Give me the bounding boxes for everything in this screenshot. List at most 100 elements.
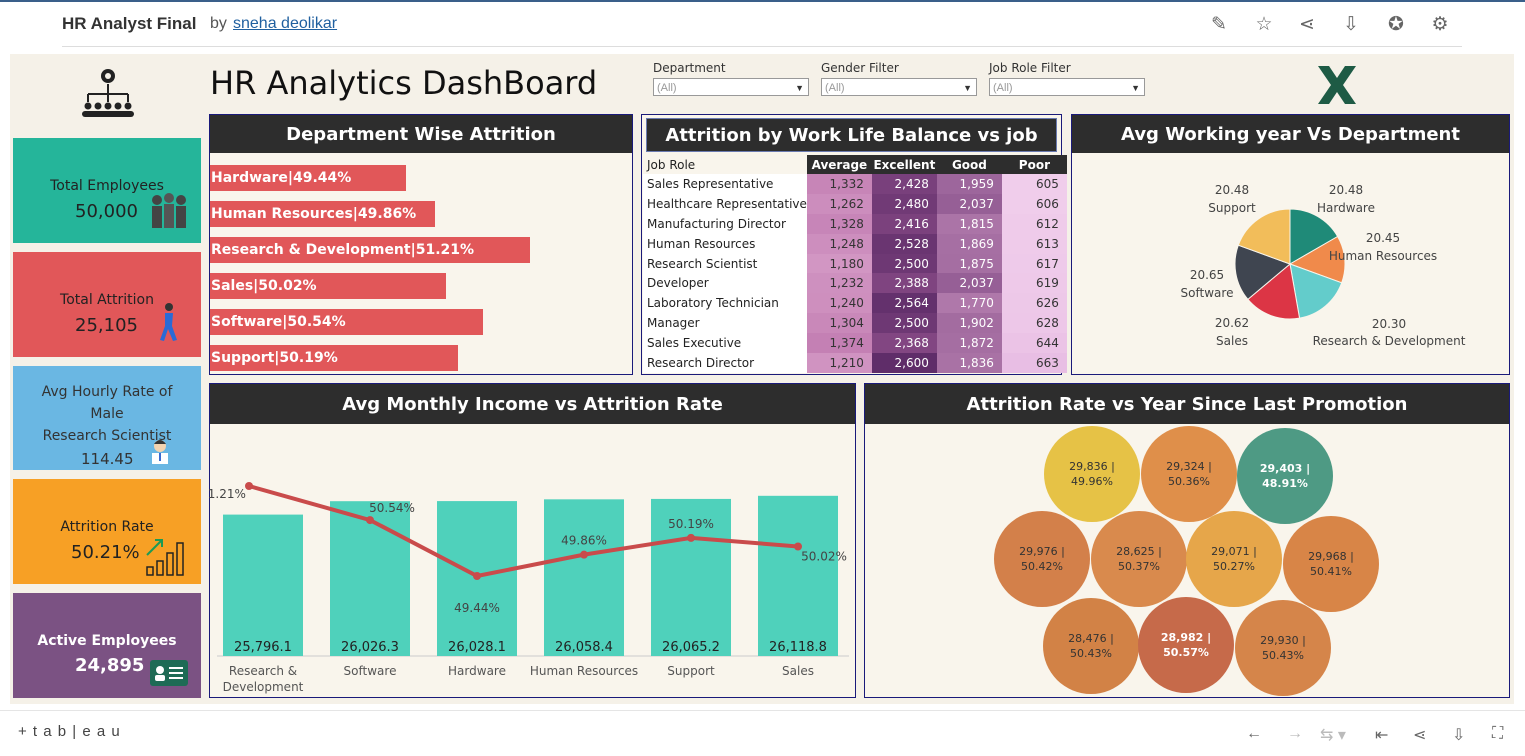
heatmap-cell-exc: 2,416 [871,213,937,234]
kpi-total-attrition: Total Attrition 25,105 [13,252,201,357]
undo-icon[interactable]: ← [1246,725,1262,743]
income-bar[interactable] [330,501,410,656]
bubble-count: 28,625 | [1116,545,1162,558]
promotion-bubble[interactable]: 29,836 | 49.96% [1044,426,1140,522]
promotion-bubble[interactable]: 29,403 | 48.91% [1237,428,1333,524]
attrition-rate-point[interactable] [687,533,695,542]
filter-department-dropdown[interactable]: (All) ▼ [653,78,809,96]
kpi-avg-hourly-label-1: Avg Hourly Rate of [41,384,173,400]
heatmap-cell-exc: 2,500 [871,313,937,334]
growth-chart-icon [146,539,184,576]
bubble-count: 29,976 | [1019,545,1065,558]
filter-jobrole-dropdown[interactable]: (All) ▼ [989,78,1145,96]
filter-jobrole-label: Job Role Filter [989,61,1071,75]
dept-bar[interactable]: Research & Development|51.21% [210,237,530,263]
edit-icon[interactable]: ✎ [1208,14,1230,36]
heatmap-cell-avg: 1,210 [806,353,872,373]
chevron-down-icon: ▼ [795,83,804,93]
promotion-bubble[interactable]: 29,968 | 50.41% [1283,516,1379,612]
filter-gender-label: Gender Filter [821,61,899,75]
heatmap-role: Human Resources [643,233,807,254]
kpi-avg-hourly-label-2: Male [90,406,124,422]
dept-bar[interactable]: Support|50.19% [210,345,459,371]
kpi-total-employees-value: 50,000 [75,201,138,222]
heatmap-cell-avg: 1,328 [806,213,872,234]
redo-icon[interactable]: → [1287,725,1303,743]
attrition-rate-point[interactable] [366,516,374,525]
bubble-rate: 48.91% [1262,477,1308,490]
income-bar-label: 25,796.1 [234,640,292,655]
heatmap-cell-exc: 2,368 [871,333,937,354]
dept-bar[interactable]: Human Resources|49.86% [210,201,436,227]
pie-value-label: 20.30 [1372,317,1406,331]
promotion-bubble[interactable]: 29,976 | 50.42% [994,511,1090,607]
pie-value-label: 20.62 [1215,316,1249,330]
heatmap-cell-poor: 626 [1001,293,1067,314]
income-bar[interactable] [544,499,624,656]
filter-department-value: (All) [657,82,677,94]
bubble-rate: 50.41% [1310,565,1352,578]
heatmap-cell-exc: 2,564 [871,293,937,314]
promotion-bubble[interactable]: 28,625 | 50.37% [1091,511,1187,607]
heatmap-role: Manufacturing Director [643,213,807,234]
badge-icon[interactable]: ✪ [1385,14,1407,36]
heatmap-role: Sales Executive [643,333,807,354]
pie-name-label: Research & Development [1313,334,1466,348]
heatmap-role: Research Director [643,353,807,373]
author-link[interactable]: sneha deolikar [233,15,337,33]
income-bar[interactable] [223,514,303,656]
tableau-footer: + t a b | e a u ← → ⇆ ▾ ⇤ ⋖ ⇩ ⛶ [0,710,1525,756]
download-footer-icon[interactable]: ⇩ [1452,725,1465,745]
panel-promotion-title: Attrition Rate vs Year Since Last Promot… [865,384,1509,424]
heatmap-cell-good: 1,902 [936,313,1002,334]
pie-value-label: 20.48 [1215,183,1249,197]
dept-bar[interactable]: Sales|50.02% [210,273,447,299]
fullscreen-icon[interactable]: ⛶ [1492,725,1503,743]
promotion-bubble[interactable]: 28,982 | 50.57% [1138,597,1234,693]
heatmap-cell-avg: 1,262 [806,193,872,214]
bubble-count: 28,476 | [1068,632,1114,645]
dept-bar[interactable]: Software|50.54% [210,309,483,335]
heatmap-cell-poor: 663 [1001,353,1067,373]
pie-name-label: Human Resources [1329,249,1437,263]
col-header-jobrole: Job Role [643,155,807,174]
download-icon[interactable]: ⇩ [1340,14,1362,36]
gear-icon[interactable]: ⚙ [1429,14,1451,36]
star-icon[interactable]: ☆ [1253,14,1275,36]
chevron-down-icon: ▼ [963,83,972,93]
heatmap-cell-exc: 2,528 [871,233,937,254]
col-header-average: Average [806,155,872,174]
income-bar[interactable] [758,495,838,656]
attrition-rate-point[interactable] [473,572,481,580]
attrition-rate-label: 50.19% [668,517,714,531]
panel-worklife-title: Attrition by Work Life Balance vs job ro… [646,118,1057,180]
bubble-count: 29,930 | [1260,634,1306,647]
dept-bar[interactable]: Hardware|49.44% [210,165,406,191]
bubble-count: 29,324 | [1166,460,1212,473]
heatmap-cell-exc: 2,428 [871,174,937,194]
share-icon[interactable]: ⋖ [1296,14,1318,36]
revert-icon[interactable]: ⇆ ▾ [1320,725,1346,745]
promotion-bubble[interactable]: 29,324 | 50.36% [1141,426,1237,522]
promotion-bubble[interactable]: 28,476 | 50.43% [1043,598,1139,694]
promotion-bubble[interactable]: 29,930 | 50.43% [1235,600,1331,696]
kpi-active-employees-value: 24,895 [75,655,145,676]
heatmap-cell-exc: 2,388 [871,273,937,294]
share-footer-icon[interactable]: ⋖ [1413,725,1426,745]
filter-gender-dropdown[interactable]: (All) ▼ [821,78,977,96]
by-label: by [210,15,227,32]
heatmap-row: Research Scientist 1,180 2,500 1,875 617 [643,253,1067,274]
reset-icon[interactable]: ⇤ [1375,725,1388,745]
x-tick-label: Research & Development [222,664,304,694]
promotion-bubble[interactable]: 29,071 | 50.27% [1186,511,1282,607]
heatmap-role: Laboratory Technician [643,293,807,314]
pie-name-label: Hardware [1317,201,1375,215]
attrition-rate-point[interactable] [580,550,588,559]
kpi-attrition-rate-value: 50.21% [71,542,140,563]
heatmap-role: Manager [643,313,807,334]
workbook-title: HR Analyst Final [62,14,197,33]
attrition-rate-point[interactable] [245,482,253,490]
heatmap-row: Human Resources 1,248 2,528 1,869 613 [643,233,1067,254]
heatmap-role: Healthcare Representative [643,193,807,214]
heatmap-cell-poor: 619 [1001,273,1067,294]
